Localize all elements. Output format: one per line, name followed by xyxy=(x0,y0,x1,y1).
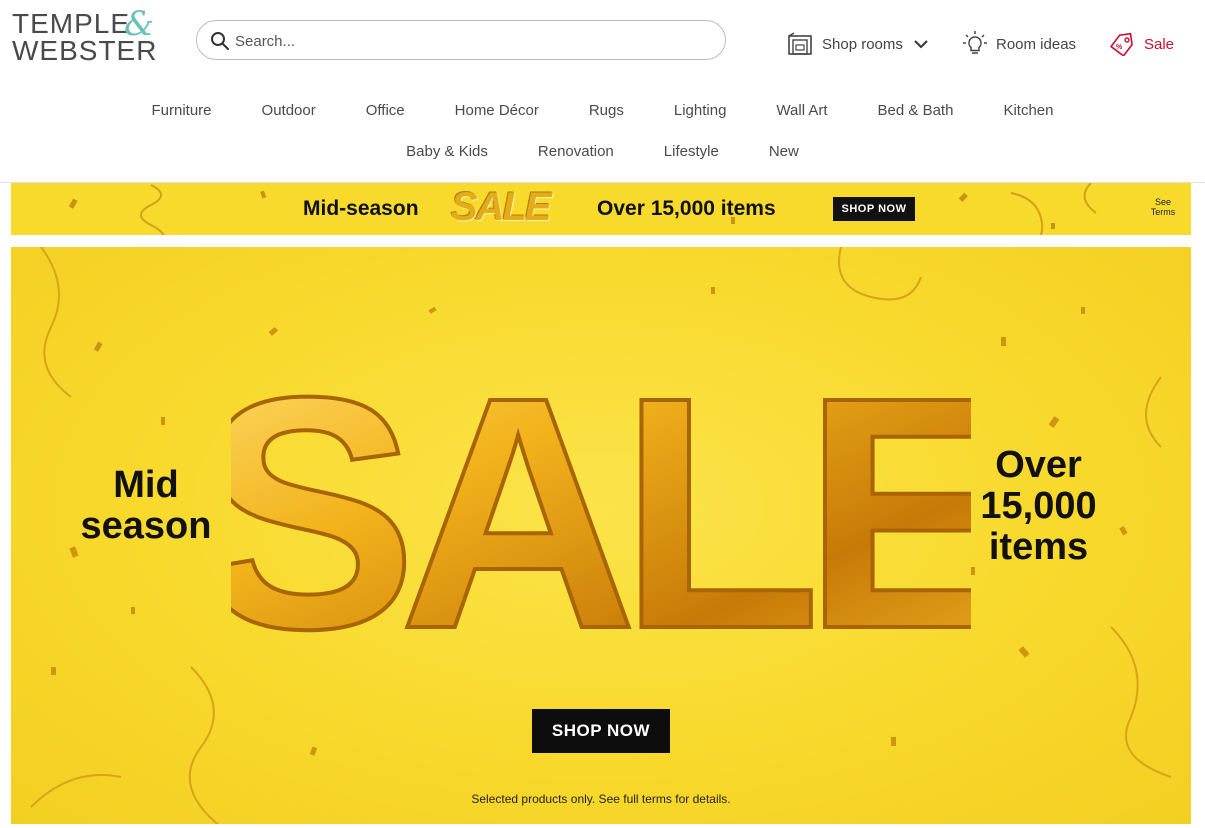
sale-label: Sale xyxy=(1144,35,1175,53)
svg-text:%: % xyxy=(1116,44,1123,51)
lightbulb-icon xyxy=(963,31,987,54)
hero-right-line-3: items xyxy=(988,526,1089,568)
main-nav-row-2: Baby & Kids Renovation Lifestyle New xyxy=(0,143,1205,160)
hero-right-line-1: Over xyxy=(995,444,1082,486)
rooms-icon xyxy=(788,32,812,55)
nav-item-baby-kids[interactable]: Baby & Kids xyxy=(381,143,513,160)
hero-sale-banner[interactable]: SALE Mid season Over 15,000 items SHOP N… xyxy=(11,247,1191,824)
sale-tag-icon: % xyxy=(1109,32,1133,56)
strip-see-terms-link[interactable]: See Terms xyxy=(1145,197,1181,217)
nav-item-wall-art[interactable]: Wall Art xyxy=(751,102,852,119)
hero-midseason-text: Mid season xyxy=(51,465,241,547)
search-box[interactable] xyxy=(196,20,726,60)
chevron-down-icon xyxy=(914,40,928,49)
sale-balloon-text: SALE xyxy=(231,328,971,697)
shop-rooms-link[interactable]: Shop rooms xyxy=(786,28,933,60)
search-input[interactable] xyxy=(235,29,705,53)
nav-item-home-decor[interactable]: Home Décor xyxy=(430,102,564,119)
nav-item-furniture[interactable]: Furniture xyxy=(127,102,237,119)
sale-link[interactable]: % Sale xyxy=(1108,28,1174,60)
promo-strip-banner[interactable]: Mid-season SALE Over 15,000 items SHOP N… xyxy=(11,183,1191,235)
hero-disclaimer: Selected products only. See full terms f… xyxy=(471,792,731,806)
shop-rooms-label: Shop rooms xyxy=(822,35,903,53)
nav-item-new[interactable]: New xyxy=(744,143,824,160)
logo-ampersand: & xyxy=(124,4,155,44)
sale-balloon-letters: SALE xyxy=(231,326,971,699)
nav-item-lighting[interactable]: Lighting xyxy=(649,102,752,119)
nav-item-kitchen[interactable]: Kitchen xyxy=(978,102,1078,119)
hero-shop-now-button[interactable]: SHOP NOW xyxy=(532,709,670,753)
nav-item-lifestyle[interactable]: Lifestyle xyxy=(639,143,744,160)
strip-shop-now-button[interactable]: SHOP NOW xyxy=(833,197,915,221)
hero-left-line-1: Mid xyxy=(113,464,179,506)
nav-item-renovation[interactable]: Renovation xyxy=(513,143,639,160)
temple-webster-logo[interactable]: TEMPLE WEBSTER & xyxy=(12,4,162,68)
strip-midseason-text: Mid-season xyxy=(303,197,419,220)
room-ideas-label: Room ideas xyxy=(996,35,1077,53)
nav-item-rugs[interactable]: Rugs xyxy=(564,102,649,119)
nav-item-outdoor[interactable]: Outdoor xyxy=(237,102,341,119)
hero-right-line-2: 15,000 xyxy=(980,485,1097,527)
nav-item-office[interactable]: Office xyxy=(341,102,430,119)
main-nav-row-1: Furniture Outdoor Office Home Décor Rugs… xyxy=(0,102,1205,119)
room-ideas-link[interactable]: Room ideas xyxy=(962,28,1076,60)
nav-item-bed-bath[interactable]: Bed & Bath xyxy=(853,102,979,119)
hero-items-count-text: Over 15,000 items xyxy=(951,445,1126,568)
site-header: TEMPLE WEBSTER & Shop rooms xyxy=(0,0,1205,183)
search-icon xyxy=(211,32,229,50)
strip-sale-balloons: SALE xyxy=(451,185,552,229)
strip-items-text: Over 15,000 items xyxy=(597,197,776,220)
hero-left-line-2: season xyxy=(80,505,212,547)
